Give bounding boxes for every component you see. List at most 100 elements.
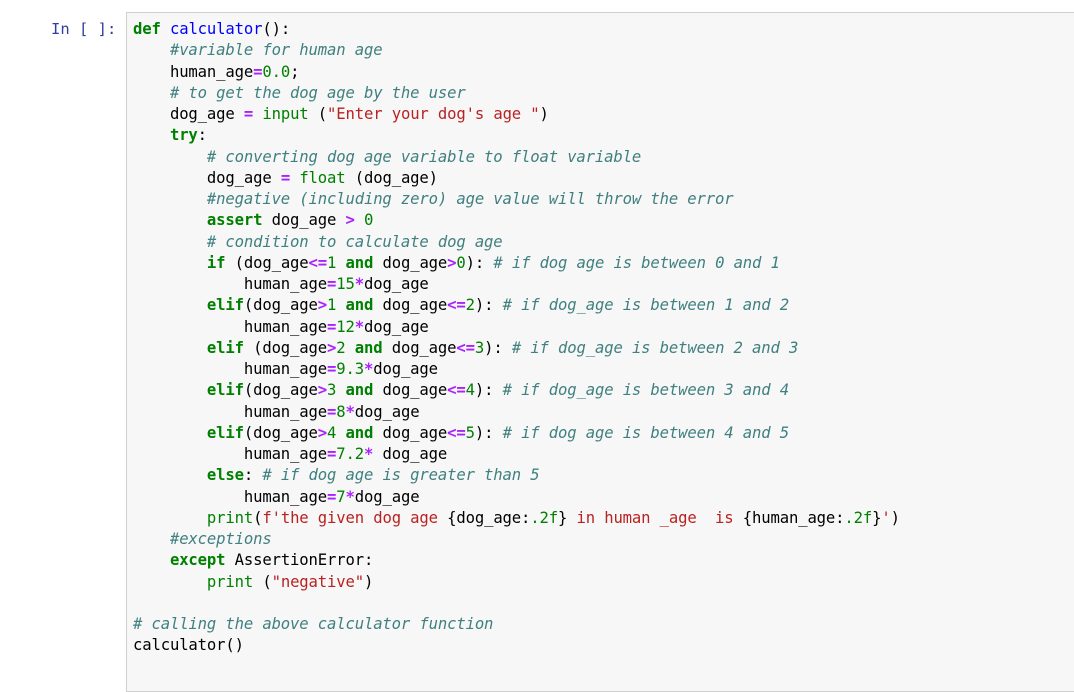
- notebook-code-cell: In [ ]: def calculator(): #variable for …: [0, 0, 1074, 692]
- code-line[interactable]: human_age=8*dog_age: [133, 402, 900, 423]
- code-token: dog_age: [373, 423, 448, 442]
- code-line[interactable]: human_age=9.3*dog_age: [133, 359, 900, 380]
- code-token: ):: [484, 338, 512, 357]
- number-token: 4: [465, 381, 475, 400]
- code-token: human_age: [169, 62, 254, 81]
- code-line[interactable]: dog_age = input ("Enter your dog's age "…: [133, 104, 900, 125]
- number-token: 3: [327, 381, 337, 400]
- code-token: (dog_age: [243, 338, 328, 357]
- code-line[interactable]: human_age=7.2* dog_age: [133, 444, 900, 465]
- code-line[interactable]: # converting dog age variable to float v…: [133, 147, 900, 168]
- code-line[interactable]: def calculator():: [133, 19, 900, 40]
- operator-token: <=: [308, 253, 328, 272]
- comment-token: # if dog age is greater than 5: [262, 466, 540, 485]
- code-token: human_age: [243, 445, 328, 463]
- comment-token: # if dog_age is between 2 and 3: [511, 338, 799, 357]
- keyword-token: try: [169, 126, 198, 145]
- code-token: dog_age: [206, 168, 281, 187]
- code-line[interactable]: [133, 593, 900, 614]
- string-token: ': [881, 508, 891, 527]
- code-line[interactable]: print ("negative"): [133, 572, 900, 593]
- code-token: human_age: [243, 487, 328, 506]
- code-token: ():: [262, 20, 291, 38]
- string-token: "negative": [271, 572, 365, 591]
- code-line[interactable]: human_age=12*dog_age: [133, 317, 900, 338]
- code-line[interactable]: #variable for human age: [133, 40, 900, 61]
- code-line[interactable]: human_age=0.0;: [133, 62, 900, 83]
- number-token: 1: [327, 253, 337, 272]
- code-line[interactable]: if (dog_age<=1 and dog_age>0): # if dog …: [133, 253, 900, 274]
- code-line[interactable]: #exceptions: [133, 529, 900, 550]
- builtin-token: print: [206, 508, 254, 527]
- number-token: 3: [474, 338, 485, 357]
- interpolation-token: }: [872, 508, 882, 527]
- code-content[interactable]: def calculator(): #variable for human ag…: [133, 19, 900, 657]
- operator-token: =: [243, 105, 254, 123]
- comment-token: # if dog_age is between 1 and 2: [502, 296, 790, 315]
- number-token: 7.2: [336, 445, 364, 463]
- code-line[interactable]: elif (dog_age>2 and dog_age<=3): # if do…: [133, 338, 900, 359]
- comment-token: # to get the dog age by the user: [169, 83, 466, 102]
- code-line[interactable]: elif(dog_age>4 and dog_age<=5): # if dog…: [133, 423, 900, 444]
- number-token: .2f: [530, 508, 558, 527]
- code-line[interactable]: # condition to calculate dog age: [133, 232, 900, 253]
- code-line[interactable]: human_age=15*dog_age: [133, 274, 900, 295]
- code-line[interactable]: elif(dog_age>1 and dog_age<=2): # if dog…: [133, 295, 900, 316]
- code-token: human_age: [243, 317, 328, 336]
- operator-token: =: [327, 402, 337, 421]
- code-line[interactable]: except AssertionError:: [133, 550, 900, 571]
- code-line[interactable]: dog_age = float (dog_age): [133, 168, 900, 189]
- code-token: (dog_age: [243, 423, 318, 442]
- code-line[interactable]: else: # if dog age is greater than 5: [133, 465, 900, 486]
- code-token: ;: [290, 62, 300, 81]
- operator-token: >: [345, 211, 355, 230]
- code-line[interactable]: human_age=7*dog_age: [133, 487, 900, 508]
- code-line[interactable]: # calling the above calculator function: [133, 614, 900, 635]
- interpolation-token: {human_age:: [742, 508, 845, 527]
- number-token: 7: [336, 487, 346, 506]
- operator-token: *: [345, 402, 355, 421]
- code-line[interactable]: calculator(): [133, 635, 900, 656]
- number-token: 0: [364, 211, 374, 230]
- code-line[interactable]: # to get the dog age by the user: [133, 83, 900, 104]
- number-token: 2: [465, 296, 475, 315]
- operator-token: >: [317, 423, 328, 442]
- code-token: dog_age: [364, 317, 429, 336]
- code-line[interactable]: #negative (including zero) age value wil…: [133, 189, 900, 210]
- operator-token: >: [327, 338, 337, 357]
- string-token: f'the given dog age: [262, 508, 448, 527]
- code-line[interactable]: try:: [133, 125, 900, 146]
- comment-token: # if dog age is between 4 and 5: [502, 423, 790, 442]
- code-token: calculator(): [133, 636, 244, 655]
- keyword-token: and: [345, 253, 374, 272]
- code-line[interactable]: assert dog_age > 0: [133, 210, 900, 231]
- operator-token: =: [327, 275, 337, 293]
- number-token: .2f: [844, 508, 873, 527]
- operator-token: =: [280, 168, 291, 187]
- operator-token: *: [363, 360, 374, 378]
- code-token: AssertionError:: [225, 551, 374, 570]
- code-token: :: [197, 126, 207, 145]
- code-line[interactable]: elif(dog_age>3 and dog_age<=4): # if dog…: [133, 380, 900, 401]
- comment-token: #exceptions: [169, 530, 272, 548]
- keyword-token: and: [345, 296, 374, 315]
- code-token: human_age: [243, 275, 328, 293]
- keyword-token: elif: [206, 296, 244, 315]
- keyword-token: and: [354, 338, 383, 357]
- code-token: (dog_age: [243, 381, 318, 400]
- comment-token: # calling the above calculator function: [133, 615, 494, 633]
- keyword-token: elif: [206, 338, 244, 357]
- code-line[interactable]: print(f'the given dog age {dog_age:.2f} …: [133, 508, 900, 529]
